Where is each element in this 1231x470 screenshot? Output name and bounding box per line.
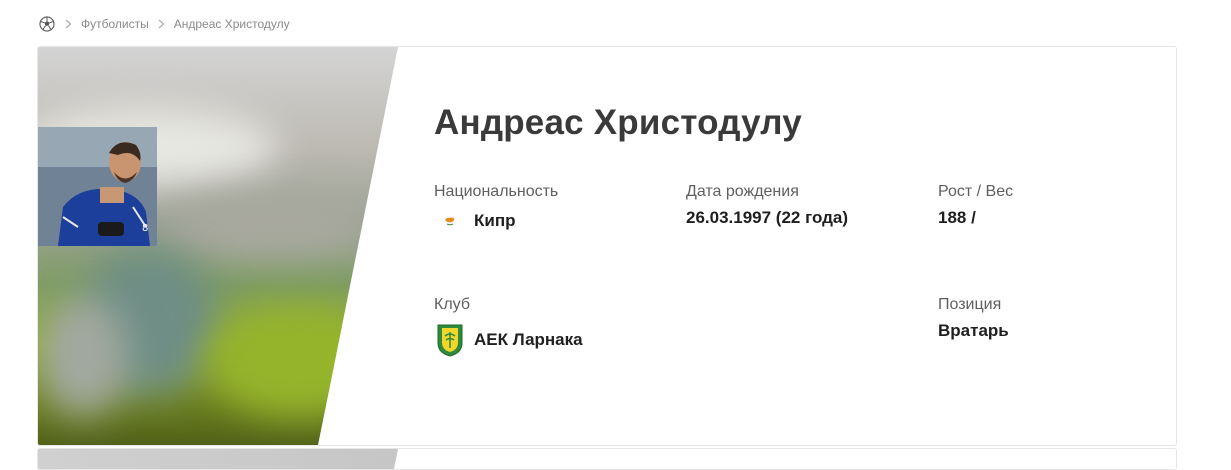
player-photo: 8 bbox=[38, 127, 157, 246]
player-name: Андреас Христодулу bbox=[434, 103, 802, 142]
birth-date-value: 26.03.1997 (22 года) bbox=[686, 208, 849, 227]
chevron-right-icon bbox=[65, 19, 72, 29]
club-label: Клуб bbox=[434, 296, 470, 313]
height-weight-field: Рост / Вес 188 / bbox=[938, 183, 1013, 228]
player-info: Андреас Христодулу Национальность Кипр Д… bbox=[434, 47, 1176, 445]
cyprus-flag-icon bbox=[438, 209, 462, 233]
height-weight-label: Рост / Вес bbox=[938, 183, 1014, 200]
player-card: 8 Андреас Христодулу Национальность Кипр… bbox=[37, 46, 1177, 446]
position-field: Позиция Вратарь bbox=[938, 296, 1009, 341]
position-value: Вратарь bbox=[938, 321, 1009, 340]
nationality-field: Национальность Кипр bbox=[434, 183, 558, 233]
soccer-ball-icon[interactable] bbox=[38, 15, 56, 33]
club-field: Клуб АЕК Ларнака bbox=[434, 296, 583, 358]
svg-text:8: 8 bbox=[142, 223, 148, 234]
club-value[interactable]: АЕК Ларнака bbox=[474, 330, 583, 350]
birth-date-field: Дата рождения 26.03.1997 (22 года) bbox=[686, 183, 848, 228]
hero-background-image: 8 bbox=[38, 47, 398, 445]
aek-larnaca-logo-icon[interactable] bbox=[434, 322, 466, 358]
next-card-hero bbox=[38, 449, 398, 469]
height-weight-value: 188 / bbox=[938, 208, 976, 227]
position-label: Позиция bbox=[938, 296, 1002, 313]
breadcrumb: Футболисты Андреас Христодулу bbox=[38, 14, 290, 34]
nationality-label: Национальность bbox=[434, 183, 559, 200]
birth-date-label: Дата рождения bbox=[686, 183, 799, 200]
breadcrumb-link-players[interactable]: Футболисты bbox=[81, 17, 149, 31]
breadcrumb-current: Андреас Христодулу bbox=[173, 17, 290, 31]
nationality-value: Кипр bbox=[474, 211, 516, 230]
next-card-partial bbox=[37, 448, 1177, 470]
chevron-right-icon bbox=[158, 19, 165, 29]
